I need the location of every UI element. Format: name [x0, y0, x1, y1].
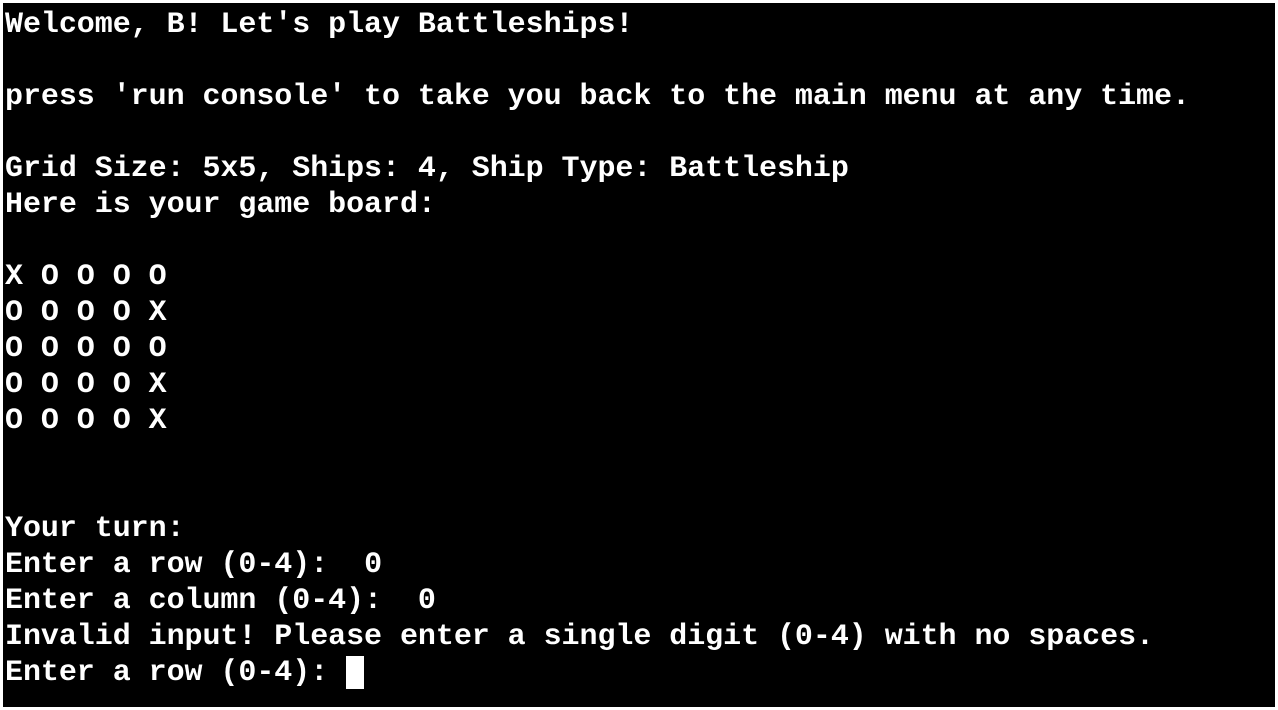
game-settings-line: Grid Size: 5x5, Ships: 4, Ship Type: Bat… [5, 152, 849, 186]
board-heading: Here is your game board: [5, 188, 436, 222]
board-row: O O O O X [5, 368, 167, 402]
row-prompt: Enter a row (0-4): [5, 656, 347, 690]
column-input-value: 0 [417, 584, 436, 618]
board-row: O O O O X [5, 296, 167, 330]
terminal-output: Welcome, B! Let's play Battleships! pres… [5, 7, 1190, 691]
board-row: X O O O O [5, 260, 167, 294]
row-input-value: 0 [364, 548, 383, 582]
error-message: Invalid input! Please enter a single dig… [5, 620, 1154, 654]
row-prompt: Enter a row (0-4): [5, 548, 365, 582]
column-prompt: Enter a column (0-4): [5, 584, 418, 618]
welcome-line: Welcome, B! Let's play Battleships! [5, 8, 634, 42]
board-row: O O O O O [5, 332, 167, 366]
text-cursor[interactable] [346, 656, 365, 689]
board-row: O O O O X [5, 404, 167, 438]
row-prompt-line: Enter a row (0-4): 0 [5, 547, 1190, 583]
terminal-window[interactable]: Welcome, B! Let's play Battleships! pres… [3, 3, 1275, 707]
menu-hint-line: press 'run console' to take you back to … [5, 80, 1190, 114]
column-prompt-line: Enter a column (0-4): 0 [5, 583, 1190, 619]
turn-label: Your turn: [5, 512, 185, 546]
active-prompt-line[interactable]: Enter a row (0-4): [5, 655, 1190, 691]
